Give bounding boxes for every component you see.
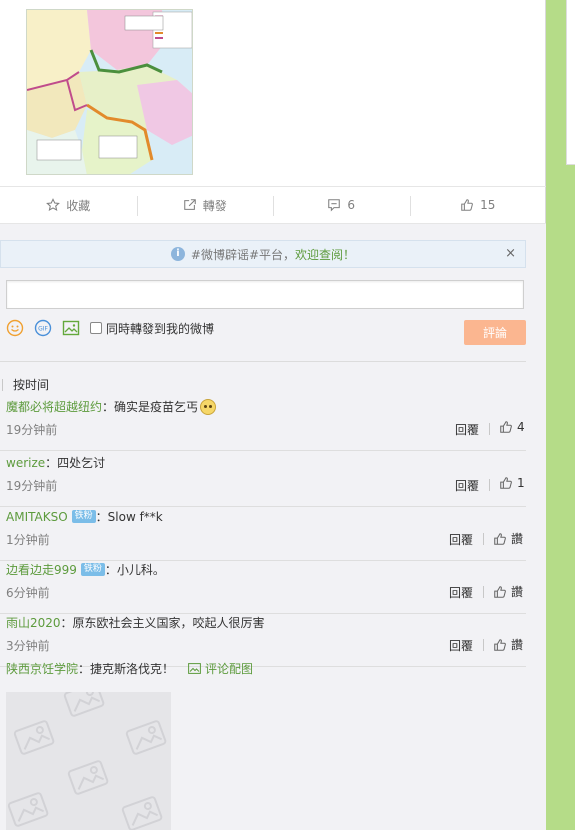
forward-button[interactable]: 轉發 (136, 187, 274, 223)
comment-like-label: 讚 (511, 532, 524, 546)
comment-username[interactable]: 魔都必将超越纽约 (6, 398, 102, 415)
favorite-label: 收藏 (66, 198, 91, 213)
map-image[interactable] (26, 9, 193, 175)
comment-like-label: 讚 (511, 638, 524, 652)
comment-item: 边看边走999 铁粉 ：小儿科。 6分钟前 回覆 讚 (0, 561, 526, 614)
comment-time: 3分钟前 (6, 639, 50, 653)
comment-icon (328, 199, 341, 212)
emoji-face-icon (200, 398, 217, 415)
comment-item: werize ：四处乞讨 19分钟前 回覆 1 (0, 454, 526, 507)
comment-section: i #微博辟谣#平台， 欢迎查阅！ × GIF 同時轉發到我的微博 評論 按时间… (0, 224, 546, 830)
comment-like-label: 讚 (511, 585, 524, 599)
emoji-icon[interactable] (6, 319, 24, 337)
comment-text: ：小儿科。 (104, 563, 165, 577)
notice-link[interactable]: 欢迎查阅！ (295, 246, 355, 263)
sort-bar: 按时间 (0, 376, 49, 393)
reply-button[interactable]: 回覆 (455, 421, 479, 438)
comment-button[interactable]: 6 (273, 187, 410, 223)
comment-like-button[interactable]: 讚 (493, 583, 523, 600)
comment-like-button[interactable]: 讚 (493, 530, 523, 547)
info-icon: i (170, 247, 185, 261)
divider (489, 423, 490, 435)
forward-checkbox-label: 同時轉發到我的微博 (106, 321, 215, 336)
checkbox[interactable] (90, 322, 102, 334)
comment-input[interactable] (6, 280, 524, 309)
comment-text: ：捷克斯洛伐克！ (78, 662, 175, 676)
comment-count: 6 (347, 198, 356, 212)
thumbs-up-icon (494, 638, 506, 651)
comment-time: 1分钟前 (6, 533, 50, 547)
sort-by-time[interactable]: 按时间 (13, 376, 49, 393)
comment-username[interactable]: werize (6, 456, 45, 470)
forward-label: 轉發 (202, 198, 227, 213)
forward-icon (183, 199, 196, 210)
comment-time: 19分钟前 (6, 423, 58, 437)
like-button[interactable]: 15 (409, 187, 547, 223)
reply-button[interactable]: 回覆 (449, 531, 473, 548)
fan-badge[interactable]: 铁粉 (80, 563, 105, 576)
comment-content: 边看边走999 铁粉 ：小儿科。 (6, 561, 165, 578)
comment-text: ：原东欧社会主义国家，咬起人很厉害 (60, 616, 265, 630)
comment-item: AMITAKSO 铁粉 ：Slow f**k 1分钟前 回覆 讚 (0, 508, 526, 561)
divider (483, 586, 484, 598)
comment-text: ：四处乞讨 (45, 456, 106, 470)
comment-username[interactable]: 陕西京饪学院 (6, 660, 78, 677)
comment-like-button[interactable]: 1 (499, 476, 525, 490)
comment-content: werize ：四处乞讨 (6, 454, 105, 471)
gif-icon[interactable]: GIF (34, 319, 52, 337)
thumbs-up-icon (461, 199, 474, 211)
favorite-button[interactable]: 收藏 (0, 187, 137, 223)
thumbs-up-icon (494, 532, 506, 545)
comment-text: ：Slow f**k (95, 510, 163, 524)
like-count: 15 (480, 198, 496, 212)
divider (483, 639, 484, 651)
comment-like-button[interactable]: 4 (499, 420, 525, 434)
rumor-notice-bar: i #微博辟谣#平台， 欢迎查阅！ × (0, 240, 526, 268)
comment-content: 魔都必将超越纽约 ：确实是疫苗乞丐 (6, 398, 217, 415)
divider (489, 479, 490, 491)
comment-time: 6分钟前 (6, 586, 50, 600)
divider (0, 361, 526, 362)
notice-text: #微博辟谣#平台， (190, 247, 296, 262)
forward-to-my-weibo-checkbox[interactable]: 同時轉發到我的微博 (90, 320, 214, 337)
image-placeholder[interactable] (6, 692, 171, 830)
comment-username[interactable]: AMITAKSO (6, 510, 68, 524)
comment-content: 陕西京饪学院 ：捷克斯洛伐克！ 评论配图 (6, 660, 253, 677)
thumbs-up-icon (500, 477, 512, 489)
comment-content: AMITAKSO 铁粉 ：Slow f**k (6, 508, 163, 525)
right-sidebar-card (566, 0, 575, 165)
comment-like-count: 1 (517, 476, 525, 490)
svg-text:GIF: GIF (38, 326, 48, 333)
comment-like-button[interactable]: 讚 (493, 636, 523, 653)
comment-item: 魔都必将超越纽约 ：确实是疫苗乞丐 19分钟前 回覆 4 (0, 398, 526, 451)
reply-button[interactable]: 回覆 (449, 584, 473, 601)
reply-button[interactable]: 回覆 (449, 637, 473, 654)
comment-content: 雨山2020 ：原东欧社会主义国家，咬起人很厉害 (6, 614, 265, 631)
thumbs-up-icon (500, 421, 512, 433)
comment-text: ：确实是疫苗乞丐 (102, 400, 199, 414)
comment-image-link-label: 评论配图 (205, 662, 254, 676)
composer-toolbar: GIF 同時轉發到我的微博 (6, 318, 214, 338)
post-action-bar: 收藏 轉發 6 15 (0, 186, 546, 224)
comment-username[interactable]: 边看边走999 (6, 561, 77, 578)
submit-comment-button[interactable]: 評論 (464, 320, 526, 345)
star-icon (46, 198, 61, 212)
image-icon (188, 663, 201, 674)
weibo-post-card: 收藏 轉發 6 15 i #微博辟谣#平台， 欢迎查阅！ × GIF 同時轉發到… (0, 0, 546, 830)
thumbs-up-icon (494, 585, 506, 598)
divider (483, 533, 484, 545)
comment-image-link[interactable]: 评论配图 (188, 660, 253, 677)
fan-badge[interactable]: 铁粉 (71, 510, 96, 523)
image-icon[interactable] (62, 319, 80, 337)
reply-button[interactable]: 回覆 (455, 477, 479, 494)
close-icon[interactable]: × (505, 246, 516, 261)
comment-time: 19分钟前 (6, 479, 58, 493)
divider (2, 378, 3, 391)
comment-like-count: 4 (517, 420, 525, 434)
comment-username[interactable]: 雨山2020 (6, 614, 61, 631)
